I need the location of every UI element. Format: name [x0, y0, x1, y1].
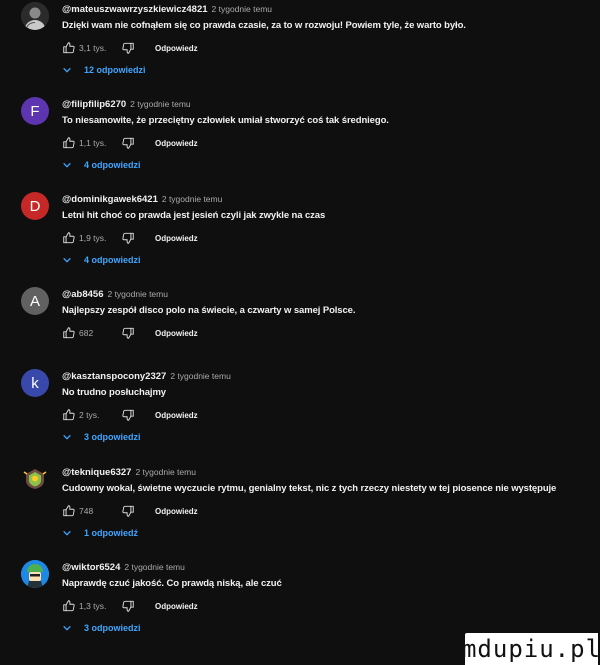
thumbs-up-icon[interactable]	[62, 408, 76, 422]
like-count: 1,3 tys.	[79, 601, 107, 611]
thumbs-down-icon[interactable]	[121, 41, 135, 55]
comment-time[interactable]: 2 tygodnie temu	[162, 194, 222, 204]
comment-actions: 3,1 tys. Odpowiedz	[62, 40, 198, 56]
like-count: 1,9 tys.	[79, 233, 107, 243]
thumbs-up-icon[interactable]	[62, 599, 76, 613]
avatar[interactable]	[21, 2, 49, 30]
comment-author[interactable]: @mateuszwawrzyszkiewicz4821	[62, 4, 208, 15]
view-replies-button[interactable]: 12 odpowiedzi	[62, 65, 146, 75]
like-count: 3,1 tys.	[79, 43, 107, 53]
replies-count: 12 odpowiedzi	[84, 65, 146, 75]
replies-count: 3 odpowiedzi	[84, 623, 141, 633]
view-replies-button[interactable]: 3 odpowiedzi	[62, 623, 141, 633]
reply-button[interactable]: Odpowiedz	[155, 507, 198, 516]
chevron-down-icon	[62, 432, 72, 442]
reply-button[interactable]: Odpowiedz	[155, 411, 198, 420]
thumbs-down-icon[interactable]	[121, 231, 135, 245]
comment-actions: 1,9 tys. Odpowiedz	[62, 230, 198, 246]
comment-author[interactable]: @kasztanspocony2327	[62, 371, 166, 382]
comment-actions: 1,3 tys. Odpowiedz	[62, 598, 198, 614]
comment-time[interactable]: 2 tygodnie temu	[107, 289, 167, 299]
thumbs-up-icon[interactable]	[62, 136, 76, 150]
thumbs-down-icon[interactable]	[121, 504, 135, 518]
comment-item: F @filipfilip6270 2 tygodnie temu To niesam…	[0, 95, 600, 190]
comment-author[interactable]: @ab8456	[62, 289, 103, 300]
view-replies-button[interactable]: 4 odpowiedzi	[62, 160, 141, 170]
comment-item: k @kasztanspocony2327 2 tygodnie temu No tr…	[0, 367, 600, 462]
reply-button[interactable]: Odpowiedz	[155, 44, 198, 53]
site-watermark: mdupiu.pl	[461, 633, 600, 665]
like-count: 2 tys.	[79, 410, 100, 420]
avatar[interactable]	[21, 560, 49, 588]
avatar-letter: F	[30, 102, 40, 120]
like-count: 748	[79, 506, 94, 516]
avatar-letter: k	[31, 374, 39, 392]
comment-author[interactable]: @teknique6327	[62, 467, 131, 478]
replies-count: 1 odpowiedź	[84, 528, 138, 538]
comment-text: Naprawdę czuć jakość. Co prawdą niską, a…	[62, 578, 282, 589]
avatar[interactable]: k	[21, 369, 49, 397]
thumbs-down-icon[interactable]	[121, 136, 135, 150]
comment-actions: 682 Odpowiedz	[62, 325, 198, 341]
thumbs-up-icon[interactable]	[62, 504, 76, 518]
replies-count: 3 odpowiedzi	[84, 432, 141, 442]
comment-time[interactable]: 2 tygodnie temu	[170, 371, 230, 381]
comment-author[interactable]: @filipfilip6270	[62, 99, 126, 110]
comment-time[interactable]: 2 tygodnie temu	[130, 99, 190, 109]
comment-text: To niesamowite, że przeciętny człowiek u…	[62, 115, 389, 126]
thumbs-up-icon[interactable]	[62, 326, 76, 340]
chevron-down-icon	[62, 160, 72, 170]
chevron-down-icon	[62, 528, 72, 538]
comment-time[interactable]: 2 tygodnie temu	[124, 562, 184, 572]
reply-button[interactable]: Odpowiedz	[155, 602, 198, 611]
reply-button[interactable]: Odpowiedz	[155, 329, 198, 338]
thumbs-up-icon[interactable]	[62, 231, 76, 245]
comment-text: No trudno posłuchajmy	[62, 387, 166, 398]
view-replies-button[interactable]: 3 odpowiedzi	[62, 432, 141, 442]
comment-text: Najlepszy zespół disco polo na świecie, …	[62, 305, 356, 316]
comment-item: A @ab8456 2 tygodnie temu Najlepszy zespół …	[0, 285, 600, 380]
comment-item: @mateuszwawrzyszkiewicz4821 2 tygodnie te…	[0, 0, 600, 95]
thumbs-down-icon[interactable]	[121, 599, 135, 613]
comment-text: Letni hit choć co prawda jest jesień czy…	[62, 210, 326, 221]
reply-button[interactable]: Odpowiedz	[155, 139, 198, 148]
comment-author[interactable]: @dominikgawek6421	[62, 194, 158, 205]
comment-item: @teknique6327 2 tygodnie temu Cudowny woka…	[0, 463, 600, 558]
view-replies-button[interactable]: 1 odpowiedź	[62, 528, 138, 538]
thumbs-down-icon[interactable]	[121, 326, 135, 340]
comment-item: D @dominikgawek6421 2 tygodnie temu Letni h…	[0, 190, 600, 285]
view-replies-button[interactable]: 4 odpowiedzi	[62, 255, 141, 265]
thumbs-down-icon[interactable]	[121, 408, 135, 422]
comment-actions: 1,1 tys. Odpowiedz	[62, 135, 198, 151]
thumbs-up-icon[interactable]	[62, 41, 76, 55]
avatar[interactable]: A	[21, 287, 49, 315]
chevron-down-icon	[62, 255, 72, 265]
like-count: 682	[79, 328, 94, 338]
comment-actions: 748 Odpowiedz	[62, 503, 198, 519]
comment-time[interactable]: 2 tygodnie temu	[212, 4, 272, 14]
comment-author[interactable]: @wiktor6524	[62, 562, 120, 573]
replies-count: 4 odpowiedzi	[84, 255, 141, 265]
comment-text: Cudowny wokal, świetne wyczucie rytmu, g…	[62, 483, 557, 494]
comment-text: Dzięki wam nie cofnąłem się co prawda cz…	[62, 20, 466, 31]
reply-button[interactable]: Odpowiedz	[155, 234, 198, 243]
avatar-letter: D	[29, 197, 41, 215]
replies-count: 4 odpowiedzi	[84, 160, 141, 170]
chevron-down-icon	[62, 65, 72, 75]
chevron-down-icon	[62, 623, 72, 633]
comment-actions: 2 tys. Odpowiedz	[62, 407, 198, 423]
avatar-letter: A	[29, 292, 40, 310]
comment-time[interactable]: 2 tygodnie temu	[135, 467, 195, 477]
avatar[interactable]: D	[21, 192, 49, 220]
avatar[interactable]	[21, 465, 49, 493]
avatar[interactable]: F	[21, 97, 49, 125]
like-count: 1,1 tys.	[79, 138, 107, 148]
